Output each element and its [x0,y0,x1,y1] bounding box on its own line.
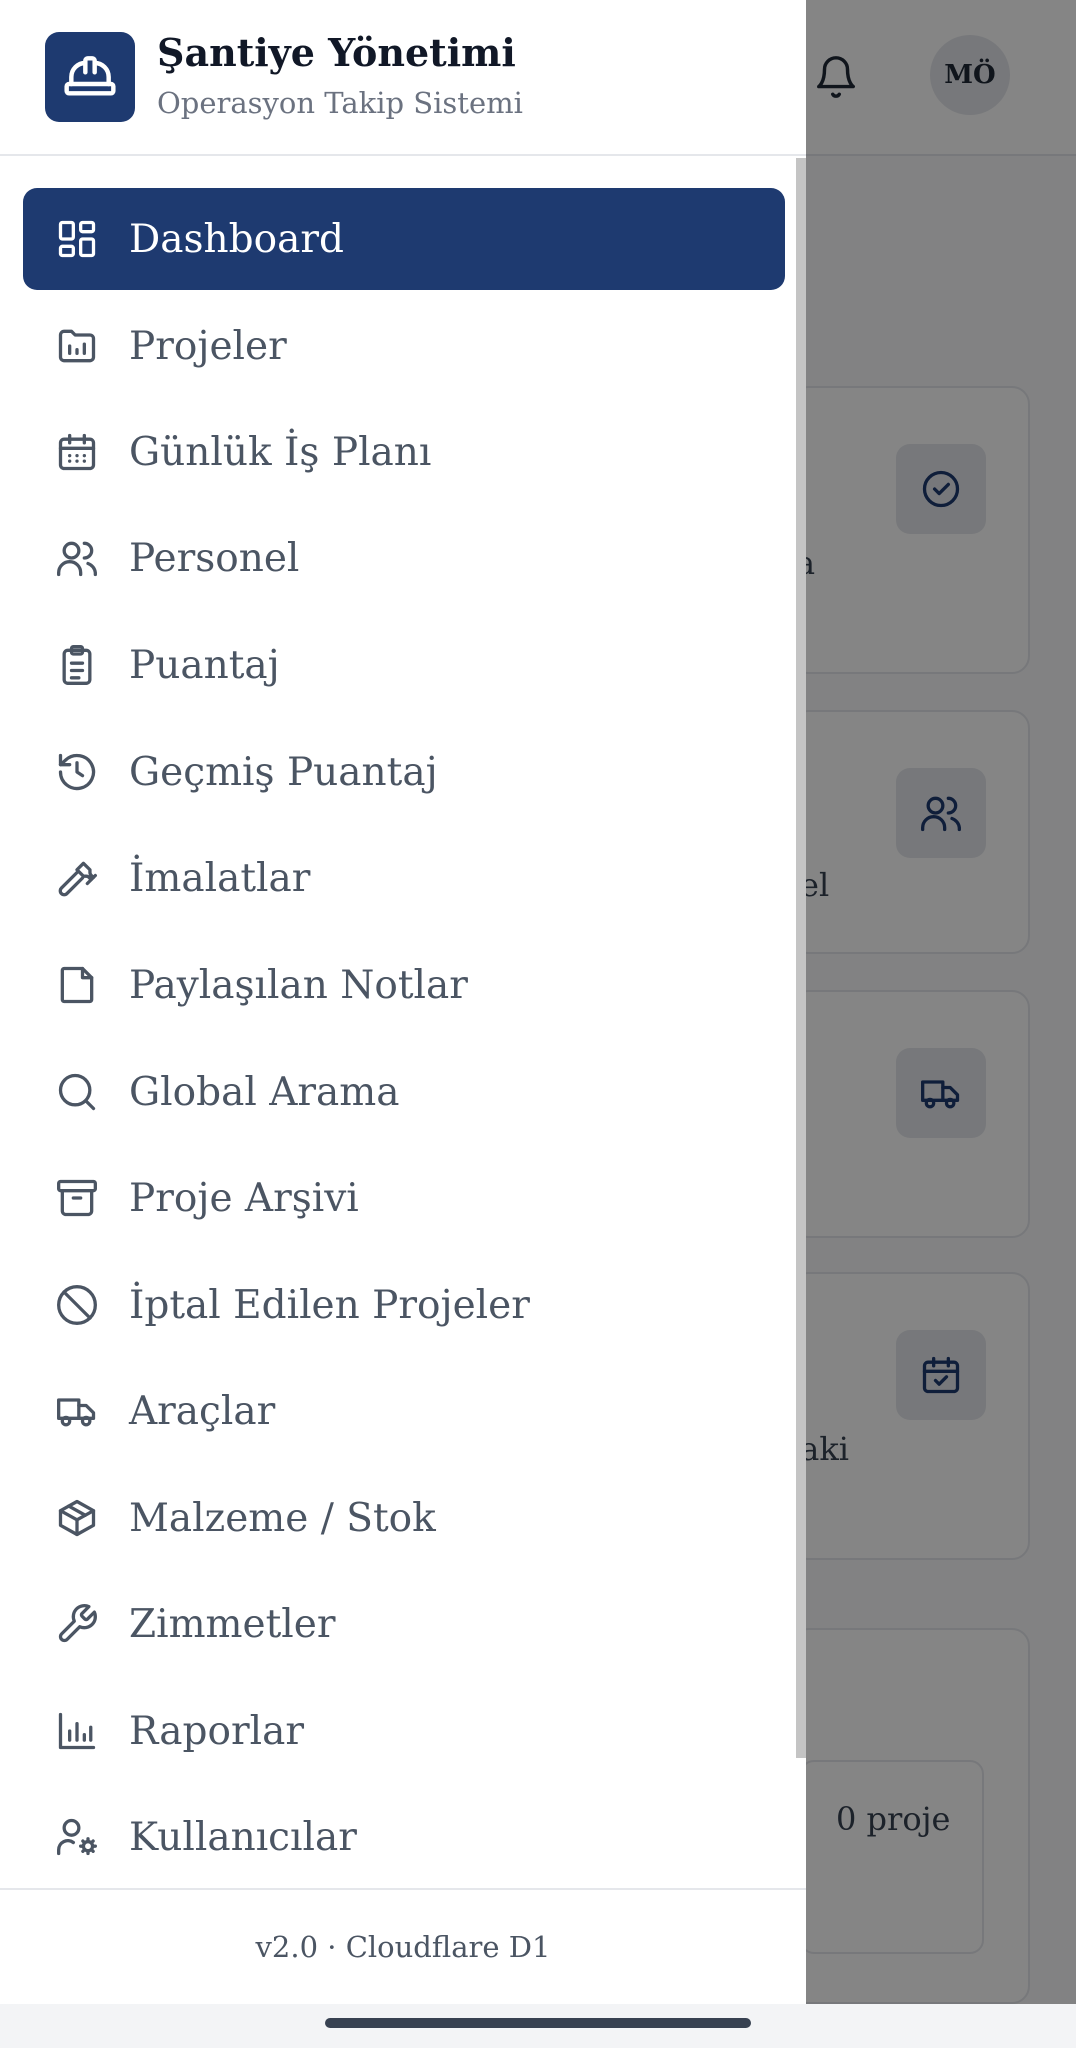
navigation-drawer: Şantiye Yönetimi Operasyon Takip Sistemi… [0,0,806,2004]
sidebar-item-label: Raporlar [129,1708,304,1754]
history-icon [55,750,99,794]
sidebar-item-label: Araçlar [129,1388,276,1434]
version-label: v2.0 · Cloudflare D1 [255,1930,551,1964]
ban-icon [55,1283,99,1327]
sidebar-item-label: Günlük İş Planı [129,429,432,475]
sidebar-item-label: Zimmetler [129,1601,336,1647]
sidebar-item-kullanicilar[interactable]: Kullanıcılar [23,1786,785,1888]
sidebar-item-personel[interactable]: Personel [23,507,785,609]
sidebar-item-global-arama[interactable]: Global Arama [23,1041,785,1143]
user-cog-icon [55,1815,99,1859]
sidebar-item-gunluk-is-plani[interactable]: Günlük İş Planı [23,401,785,503]
users-icon [55,536,99,580]
sidebar-item-malzeme-stok[interactable]: Malzeme / Stok [23,1467,785,1569]
wrench-icon [55,1602,99,1646]
sidebar-item-zimmetler[interactable]: Zimmetler [23,1573,785,1675]
sidebar-item-label: Malzeme / Stok [129,1495,436,1541]
sidebar-item-puantaj[interactable]: Puantaj [23,614,785,716]
sidebar-item-label: Puantaj [129,642,280,688]
sidebar-item-gecmis-puantaj[interactable]: Geçmiş Puantaj [23,721,785,823]
sidebar-item-label: İptal Edilen Projeler [129,1282,530,1328]
sidebar-item-label: Projeler [129,323,287,369]
sidebar-item-label: Paylaşılan Notlar [129,962,468,1008]
drawer-footer: v2.0 · Cloudflare D1 [0,1888,806,2004]
note-icon [55,963,99,1007]
hard-hat-icon [45,32,135,122]
truck-icon [55,1389,99,1433]
app-title: Şantiye Yönetimi [157,30,516,75]
folder-chart-icon [55,324,99,368]
sidebar-item-label: Kullanıcılar [129,1814,357,1860]
dashboard-icon [55,217,99,261]
search-icon [55,1070,99,1114]
sidebar-item-dashboard[interactable]: Dashboard [23,188,785,290]
home-indicator[interactable] [325,2018,751,2028]
drawer-header: Şantiye Yönetimi Operasyon Takip Sistemi [0,0,806,156]
sidebar-scrollbar[interactable] [796,158,806,1758]
sidebar-item-iptal-edilen-projeler[interactable]: İptal Edilen Projeler [23,1254,785,1356]
calendar-icon [55,430,99,474]
bar-chart-icon [55,1709,99,1753]
sidebar-item-araclar[interactable]: Araçlar [23,1360,785,1462]
hammer-icon [55,856,99,900]
sidebar-item-label: Geçmiş Puantaj [129,749,438,795]
sidebar-item-proje-arsivi[interactable]: Proje Arşivi [23,1147,785,1249]
package-icon [55,1496,99,1540]
sidebar-item-label: Personel [129,535,300,581]
app-subtitle: Operasyon Takip Sistemi [157,86,523,120]
sidebar-item-raporlar[interactable]: Raporlar [23,1680,785,1782]
sidebar-item-label: Global Arama [129,1069,400,1115]
sidebar-item-imalatlar[interactable]: İmalatlar [23,827,785,929]
sidebar-item-label: Dashboard [129,216,344,262]
sidebar-item-paylasilan-notlar[interactable]: Paylaşılan Notlar [23,934,785,1036]
clipboard-list-icon [55,643,99,687]
sidebar-item-label: Proje Arşivi [129,1175,359,1221]
archive-icon [55,1176,99,1220]
sidebar-item-projeler[interactable]: Projeler [23,295,785,397]
sidebar-item-label: İmalatlar [129,855,311,901]
